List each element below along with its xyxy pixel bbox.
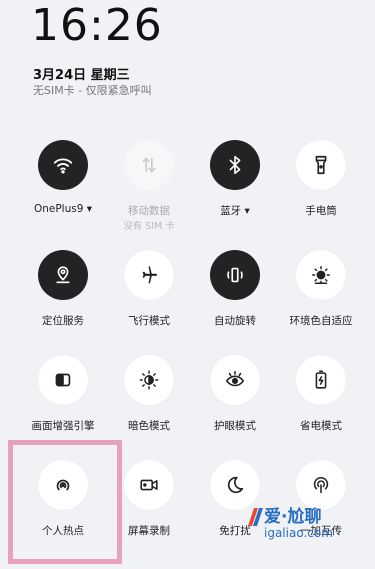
hotspot-toggle[interactable] <box>38 460 88 510</box>
battery-saver-icon <box>315 370 327 389</box>
tile-auto-rotate[interactable]: 自动旋转 <box>194 250 276 338</box>
ambient-color-icon <box>312 266 330 284</box>
tile-label: 画面增强引擎 <box>31 420 95 432</box>
tile-flashlight[interactable]: 手电筒 <box>280 140 362 228</box>
dark-mode-icon <box>139 370 159 390</box>
eye-care-icon <box>225 370 245 387</box>
date[interactable]: 3月24日 星期三 <box>33 64 130 83</box>
tile-mobile-data[interactable]: 移动数据 没有 SIM 卡 <box>108 140 190 232</box>
tile-label: 屏幕录制 <box>128 525 170 537</box>
tile-label: 飞行模式 <box>128 315 170 327</box>
watermark-logo-icon <box>248 508 263 526</box>
ambient-color-toggle[interactable] <box>296 250 346 300</box>
watermark: 爱·尬聊 igaliao.com <box>248 502 373 562</box>
tile-label: 手电筒 <box>305 205 337 217</box>
tile-label: 省电模式 <box>300 420 342 432</box>
airplane-toggle[interactable] <box>124 250 174 300</box>
oneplus-share-icon <box>313 477 329 494</box>
tile-label: 个人热点 <box>42 525 84 537</box>
screen-record-toggle[interactable] <box>124 460 174 510</box>
tile-display-enhance[interactable]: 画面增强引擎 <box>22 355 104 443</box>
airplane-icon <box>142 266 157 284</box>
tile-label: 环境色自适应 <box>289 315 353 327</box>
tile-label: 定位服务 <box>42 315 84 327</box>
carrier-status: 无SIM卡 - 仅限紧急呼叫 <box>33 84 152 97</box>
tile-label: 移动数据 <box>128 205 170 217</box>
wifi-icon <box>53 158 73 174</box>
tile-label: 自动旋转 <box>214 315 256 327</box>
auto-rotate-toggle[interactable] <box>210 250 260 300</box>
watermark-url: igaliao.com <box>264 526 333 540</box>
location-toggle[interactable] <box>38 250 88 300</box>
mobile-data-toggle[interactable] <box>124 140 174 190</box>
tile-dark-mode[interactable]: 暗色模式 <box>108 355 190 443</box>
mobile-data-icon <box>142 157 156 173</box>
tile-battery-saver[interactable]: 省电模式 <box>280 355 362 443</box>
tile-label: 暗色模式 <box>128 420 170 432</box>
tile-wifi[interactable]: OnePlus9 ▾ <box>22 140 104 228</box>
tile-eye-care[interactable]: 护眼模式 <box>194 355 276 443</box>
tile-screen-record[interactable]: 屏幕录制 <box>108 460 190 548</box>
do-not-disturb-icon <box>227 476 244 494</box>
tile-label: 护眼模式 <box>214 420 256 432</box>
wifi-toggle[interactable] <box>38 140 88 190</box>
tile-location[interactable]: 定位服务 <box>22 250 104 338</box>
flashlight-icon <box>315 155 327 175</box>
tile-airplane[interactable]: 飞行模式 <box>108 250 190 338</box>
display-enhance-icon <box>55 373 71 387</box>
auto-rotate-icon <box>227 267 243 283</box>
location-icon <box>56 266 70 284</box>
clock: 16:26 <box>31 0 163 51</box>
tile-label: OnePlus9 ▾ <box>33 203 93 215</box>
tile-hotspot[interactable]: 个人热点 <box>22 460 104 548</box>
screen-record-icon <box>140 479 158 491</box>
bluetooth-icon <box>229 155 241 175</box>
tile-label: 蓝牙 ▾ <box>220 205 250 217</box>
eye-care-toggle[interactable] <box>210 355 260 405</box>
display-enhance-toggle[interactable] <box>38 355 88 405</box>
tile-sublabel: 没有 SIM 卡 <box>123 221 175 232</box>
bluetooth-toggle[interactable] <box>210 140 260 190</box>
flashlight-toggle[interactable] <box>296 140 346 190</box>
dark-mode-toggle[interactable] <box>124 355 174 405</box>
tile-ambient-color[interactable]: 环境色自适应 <box>280 250 362 338</box>
watermark-title: 爱·尬聊 <box>264 507 322 527</box>
hotspot-icon <box>56 479 70 491</box>
tile-bluetooth[interactable]: 蓝牙 ▾ <box>194 140 276 228</box>
battery-saver-toggle[interactable] <box>296 355 346 405</box>
